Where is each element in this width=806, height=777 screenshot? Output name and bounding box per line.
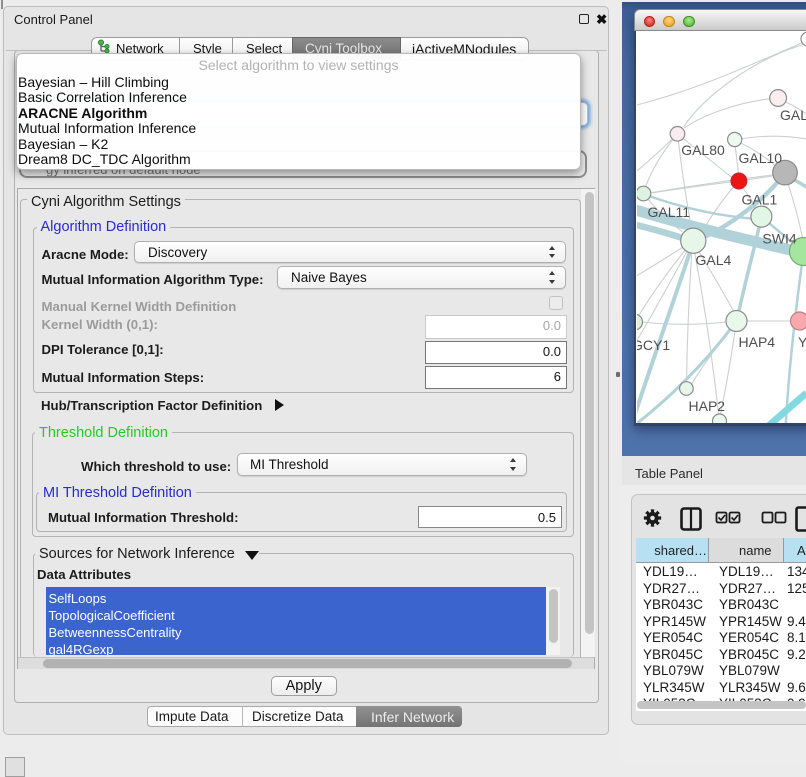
svg-text:GAL10: GAL10: [738, 150, 782, 166]
svg-text:YE: YE: [798, 334, 806, 350]
svg-text:GAL80: GAL80: [681, 142, 725, 158]
svg-text:SWI4: SWI4: [762, 231, 796, 247]
svg-text:HAP2: HAP2: [688, 398, 725, 414]
svg-text:GAL4: GAL4: [695, 252, 731, 268]
svg-text:GAL7: GAL7: [780, 107, 806, 123]
svg-text:HAP4: HAP4: [738, 334, 775, 350]
svg-text:GAL11: GAL11: [647, 204, 690, 220]
svg-text:GAL1: GAL1: [741, 192, 777, 208]
svg-text:GCY1: GCY1: [637, 337, 670, 353]
